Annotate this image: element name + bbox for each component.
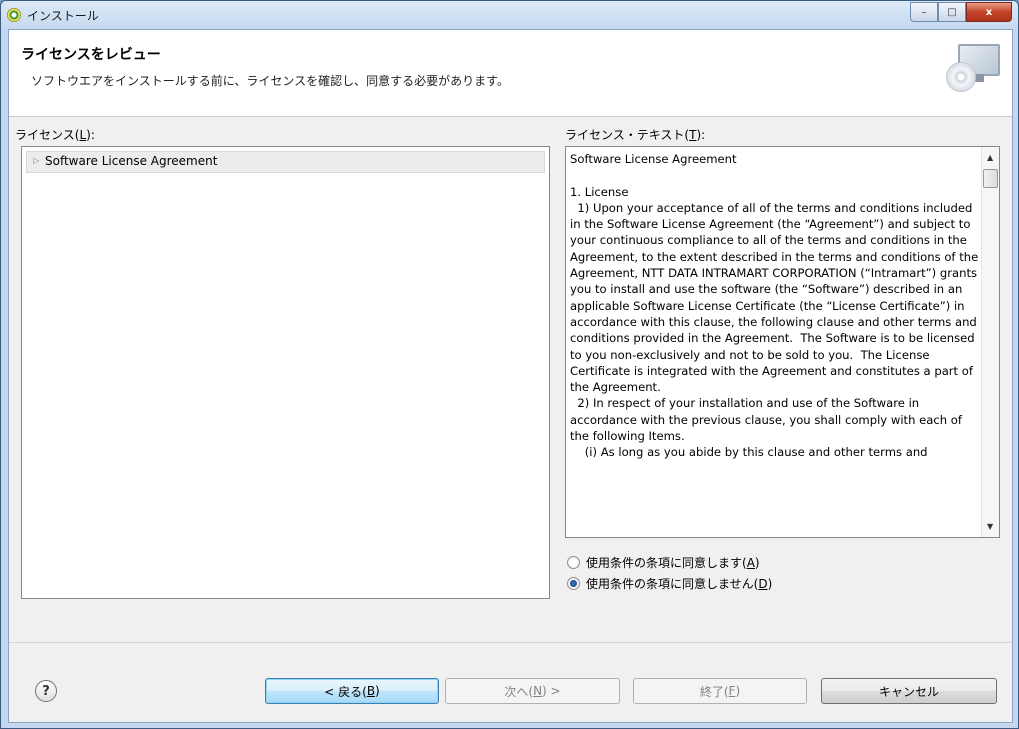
footer-separator	[9, 642, 1012, 643]
tree-item-software-license-agreement[interactable]: ▷ Software License Agreement	[26, 151, 545, 173]
window-title: インストール	[27, 9, 99, 23]
title-bar[interactable]: インストール – □ x	[1, 1, 1018, 29]
licenses-label: ライセンス(L):	[15, 128, 95, 142]
install-window: インストール – □ x ライセンスをレビュー ソフトウエアをインストールする前…	[0, 0, 1019, 729]
decline-radio-option[interactable]: 使用条件の条項に同意しません(D)	[567, 575, 772, 592]
install-monitor-icon	[944, 42, 1000, 94]
help-icon[interactable]: ?	[35, 680, 57, 702]
scroll-thumb[interactable]	[983, 169, 998, 188]
finish-button[interactable]: 終了(F)	[633, 678, 807, 704]
decline-radio[interactable]	[567, 577, 580, 590]
header-banner: ライセンスをレビュー ソフトウエアをインストールする前に、ライセンスを確認し、同…	[9, 30, 1012, 117]
page-title: ライセンスをレビュー	[21, 47, 161, 63]
dialog-body: ライセンスをレビュー ソフトウエアをインストールする前に、ライセンスを確認し、同…	[8, 29, 1013, 723]
scroll-down-icon[interactable]: ▼	[987, 522, 993, 531]
license-text-content: Software License Agreement 1. License 1)…	[570, 152, 979, 460]
accept-radio-label: 使用条件の条項に同意します(A)	[586, 556, 760, 570]
tree-item-label: Software License Agreement	[45, 154, 218, 168]
license-text-label: ライセンス・テキスト(T):	[565, 128, 706, 142]
license-text-area[interactable]: Software License Agreement 1. License 1)…	[565, 146, 1000, 538]
close-button[interactable]: x	[966, 2, 1012, 22]
page-description: ソフトウエアをインストールする前に、ライセンスを確認し、同意する必要があります。	[31, 74, 509, 88]
expand-arrow-icon[interactable]: ▷	[33, 156, 39, 165]
scroll-up-icon[interactable]: ▲	[987, 153, 993, 162]
cancel-button[interactable]: キャンセル	[821, 678, 997, 704]
window-controls: – □ x	[910, 2, 1012, 22]
license-tree[interactable]: ▷ Software License Agreement	[21, 146, 550, 599]
accept-radio[interactable]	[567, 556, 580, 569]
vertical-scrollbar[interactable]: ▲ ▼	[981, 147, 999, 537]
maximize-button[interactable]: □	[938, 2, 966, 22]
back-button[interactable]: < 戻る(B)	[265, 678, 439, 704]
next-button[interactable]: 次へ(N) >	[445, 678, 620, 704]
accept-radio-option[interactable]: 使用条件の条項に同意します(A)	[567, 554, 760, 571]
decline-radio-label: 使用条件の条項に同意しません(D)	[586, 577, 773, 591]
app-icon	[7, 8, 21, 22]
minimize-button[interactable]: –	[910, 2, 938, 22]
